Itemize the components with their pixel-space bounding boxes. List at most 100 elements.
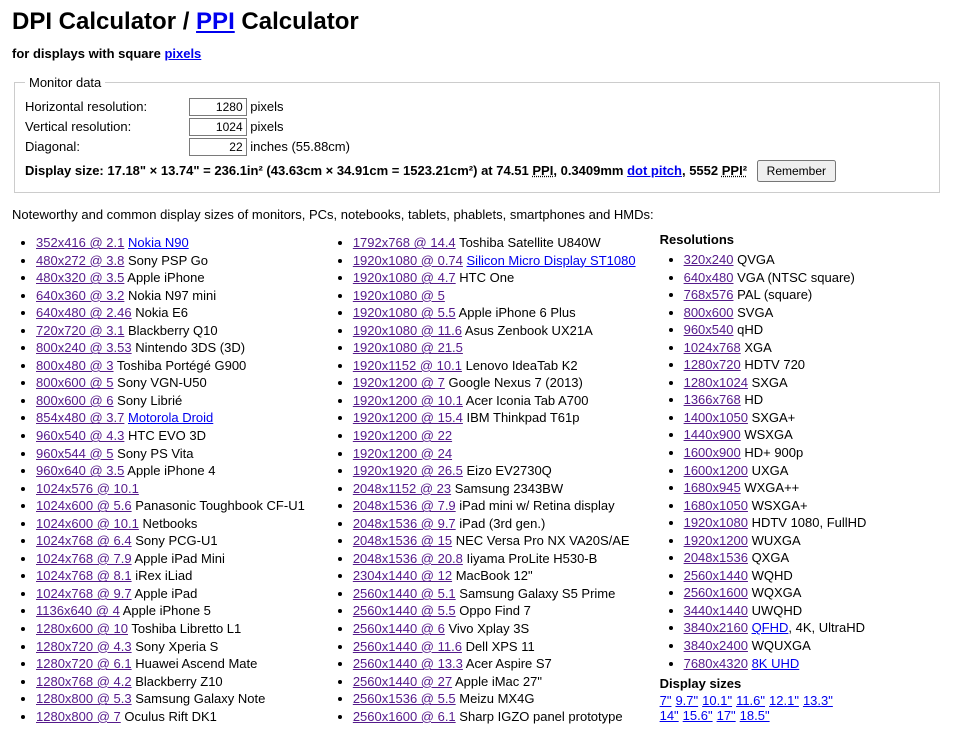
resolution-link[interactable]: 854x480 @ 3.7 — [36, 410, 124, 425]
resolution-link[interactable]: 3840x2400 — [684, 638, 748, 653]
resolution-link[interactable]: 1920x1200 @ 10.1 — [353, 393, 463, 408]
size-link[interactable]: 7" — [660, 693, 672, 708]
resolution-link[interactable]: 480x320 @ 3.5 — [36, 270, 124, 285]
pixels-link[interactable]: pixels — [164, 46, 201, 61]
device-link[interactable]: Silicon Micro Display ST1080 — [467, 253, 636, 268]
resolution-link[interactable]: 1920x1080 @ 4.7 — [353, 270, 456, 285]
resolution-link[interactable]: 1680x945 — [684, 480, 741, 495]
resolution-link[interactable]: 1920x1080 @ 21.5 — [353, 340, 463, 355]
dot-pitch-link[interactable]: dot pitch — [627, 163, 682, 178]
res-name-link[interactable]: 8K UHD — [752, 656, 800, 671]
resolution-link[interactable]: 1920x1080 @ 5 — [353, 288, 445, 303]
resolution-link[interactable]: 800x600 @ 5 — [36, 375, 114, 390]
resolution-link[interactable]: 1600x900 — [684, 445, 741, 460]
resolution-link[interactable]: 1280x720 — [684, 357, 741, 372]
resolution-link[interactable]: 2560x1440 @ 5.5 — [353, 603, 456, 618]
resolution-link[interactable]: 2560x1440 @ 27 — [353, 674, 452, 689]
resolution-link[interactable]: 720x720 @ 3.1 — [36, 323, 124, 338]
size-link[interactable]: 18.5" — [740, 708, 770, 723]
resolution-link[interactable]: 1920x1080 @ 0.74 — [353, 253, 463, 268]
device-link[interactable]: Nokia N90 — [128, 235, 189, 250]
resolution-link[interactable]: 640x480 @ 2.46 — [36, 305, 132, 320]
resolution-link[interactable]: 2560x1440 @ 5.1 — [353, 586, 456, 601]
resolution-link[interactable]: 2048x1536 @ 9.7 — [353, 516, 456, 531]
resolution-link[interactable]: 1920x1080 @ 5.5 — [353, 305, 456, 320]
resolution-link[interactable]: 2048x1536 @ 20.8 — [353, 551, 463, 566]
resolution-link[interactable]: 640x480 — [684, 270, 734, 285]
resolution-link[interactable]: 1400x1050 — [684, 410, 748, 425]
resolution-link[interactable]: 320x240 — [684, 252, 734, 267]
resolution-link[interactable]: 1920x1152 @ 10.1 — [353, 358, 462, 373]
resolution-link[interactable]: 1920x1200 — [684, 533, 748, 548]
resolution-link[interactable]: 1024x600 @ 5.6 — [36, 498, 132, 513]
resolution-link[interactable]: 2560x1440 — [684, 568, 748, 583]
size-link[interactable]: 13.3" — [803, 693, 833, 708]
resolution-link[interactable]: 1440x900 — [684, 427, 741, 442]
resolution-link[interactable]: 1024x600 @ 10.1 — [36, 516, 139, 531]
resolution-link[interactable]: 1920x1200 @ 15.4 — [353, 410, 463, 425]
resolution-link[interactable]: 800x600 @ 6 — [36, 393, 114, 408]
resolution-link[interactable]: 1920x1080 — [684, 515, 748, 530]
resolution-link[interactable]: 1920x1080 @ 11.6 — [353, 323, 462, 338]
resolution-link[interactable]: 1280x720 @ 6.1 — [36, 656, 132, 671]
resolution-link[interactable]: 2560x1536 @ 5.5 — [353, 691, 456, 706]
resolution-link[interactable]: 1280x800 @ 7 — [36, 709, 121, 724]
resolution-link[interactable]: 480x272 @ 3.8 — [36, 253, 124, 268]
resolution-link[interactable]: 1024x768 @ 8.1 — [36, 568, 132, 583]
resolution-link[interactable]: 2560x1440 @ 6 — [353, 621, 445, 636]
resolution-link[interactable]: 1136x640 @ 4 — [36, 603, 120, 618]
resolution-link[interactable]: 800x480 @ 3 — [36, 358, 114, 373]
resolution-link[interactable]: 2560x1440 @ 11.6 — [353, 639, 462, 654]
resolution-link[interactable]: 1024x768 — [684, 340, 741, 355]
resolution-link[interactable]: 1920x1200 @ 24 — [353, 446, 452, 461]
vres-input[interactable] — [189, 118, 247, 136]
resolution-link[interactable]: 1366x768 — [684, 392, 741, 407]
resolution-link[interactable]: 960x544 @ 5 — [36, 446, 114, 461]
hres-input[interactable] — [189, 98, 247, 116]
resolution-link[interactable]: 1280x768 @ 4.2 — [36, 674, 132, 689]
resolution-link[interactable]: 3840x2160 — [684, 620, 748, 635]
size-link[interactable]: 14" — [660, 708, 679, 723]
size-link[interactable]: 15.6" — [683, 708, 713, 723]
resolution-link[interactable]: 960x540 @ 4.3 — [36, 428, 124, 443]
resolution-link[interactable]: 1920x1920 @ 26.5 — [353, 463, 463, 478]
resolution-link[interactable]: 1680x1050 — [684, 498, 748, 513]
diag-input[interactable] — [189, 138, 247, 156]
resolution-link[interactable]: 1600x1200 — [684, 463, 748, 478]
resolution-link[interactable]: 2048x1536 @ 15 — [353, 533, 452, 548]
size-link[interactable]: 10.1" — [702, 693, 732, 708]
ppi-title-link[interactable]: PPI — [196, 8, 235, 35]
size-link[interactable]: 17" — [717, 708, 736, 723]
resolution-link[interactable]: 1920x1200 @ 7 — [353, 375, 445, 390]
resolution-link[interactable]: 2560x1600 @ 6.1 — [353, 709, 456, 724]
resolution-link[interactable]: 1280x720 @ 4.3 — [36, 639, 132, 654]
resolution-link[interactable]: 2048x1536 @ 7.9 — [353, 498, 456, 513]
resolution-link[interactable]: 2560x1600 — [684, 585, 748, 600]
resolution-link[interactable]: 1280x600 @ 10 — [36, 621, 128, 636]
resolution-link[interactable]: 768x576 — [684, 287, 734, 302]
size-link[interactable]: 12.1" — [769, 693, 799, 708]
resolution-link[interactable]: 640x360 @ 3.2 — [36, 288, 124, 303]
resolution-link[interactable]: 960x640 @ 3.5 — [36, 463, 124, 478]
resolution-link[interactable]: 1280x1024 — [684, 375, 748, 390]
resolution-link[interactable]: 1024x768 @ 6.4 — [36, 533, 132, 548]
resolution-link[interactable]: 2048x1152 @ 23 — [353, 481, 451, 496]
resolution-link[interactable]: 2048x1536 — [684, 550, 748, 565]
remember-button[interactable]: Remember — [757, 160, 836, 182]
resolution-link[interactable]: 1024x768 @ 7.9 — [36, 551, 132, 566]
resolution-link[interactable]: 1024x576 @ 10.1 — [36, 481, 139, 496]
device-link[interactable]: Motorola Droid — [128, 410, 213, 425]
resolution-link[interactable]: 800x240 @ 3.53 — [36, 340, 132, 355]
resolution-link[interactable]: 800x600 — [684, 305, 734, 320]
resolution-link[interactable]: 7680x4320 — [684, 656, 748, 671]
resolution-link[interactable]: 3440x1440 — [684, 603, 748, 618]
resolution-link[interactable]: 960x540 — [684, 322, 734, 337]
resolution-link[interactable]: 1920x1200 @ 22 — [353, 428, 452, 443]
res-name-link[interactable]: QFHD — [752, 620, 789, 635]
resolution-link[interactable]: 352x416 @ 2.1 — [36, 235, 124, 250]
resolution-link[interactable]: 1792x768 @ 14.4 — [353, 235, 456, 250]
resolution-link[interactable]: 1280x800 @ 5.3 — [36, 691, 132, 706]
size-link[interactable]: 11.6" — [736, 693, 765, 708]
resolution-link[interactable]: 2560x1440 @ 13.3 — [353, 656, 463, 671]
resolution-link[interactable]: 2304x1440 @ 12 — [353, 568, 452, 583]
